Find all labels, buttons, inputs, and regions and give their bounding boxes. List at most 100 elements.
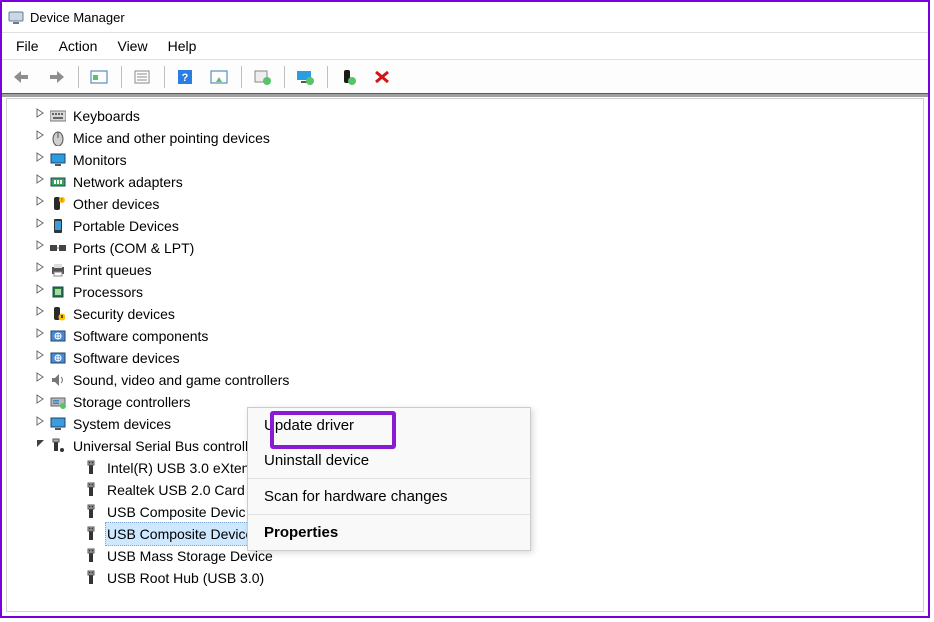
tree-node-label: Network adapters <box>71 171 185 193</box>
toolbar-separator <box>327 66 328 88</box>
usb-icon <box>83 526 101 542</box>
tree-node[interactable]: Security devices <box>15 303 923 325</box>
context-menu: Update driver Uninstall device Scan for … <box>247 407 531 551</box>
toolbar-scan-button[interactable] <box>203 63 235 91</box>
usb-icon <box>83 482 101 498</box>
tree-node-label: Keyboards <box>71 105 142 127</box>
tree-node-label: Universal Serial Bus controllers <box>71 435 270 457</box>
tree-node-label: Software devices <box>71 347 182 369</box>
toolbar-update-monitor-button[interactable] <box>289 63 321 91</box>
tree-node[interactable]: Monitors <box>15 149 923 171</box>
menu-file[interactable]: File <box>6 35 49 57</box>
portable-icon <box>49 218 67 234</box>
tree-node[interactable]: Software devices <box>15 347 923 369</box>
tree-node-label: USB Root Hub (USB 3.0) <box>105 567 266 589</box>
software-icon <box>49 328 67 344</box>
tree-node-label: Portable Devices <box>71 215 181 237</box>
tree-node[interactable]: Processors <box>15 281 923 303</box>
tree-node-label: Print queues <box>71 259 154 281</box>
tree-node[interactable]: Sound, video and game controllers <box>15 369 923 391</box>
toolbar-uninstall-button[interactable] <box>366 63 398 91</box>
expand-icon[interactable] <box>33 215 47 237</box>
tree-node-label: Security devices <box>71 303 177 325</box>
system-icon <box>49 416 67 432</box>
toolbar-show-hide-button[interactable] <box>83 63 115 91</box>
tree-node-label: Mice and other pointing devices <box>71 127 272 149</box>
tree-node-label: Realtek USB 2.0 Card <box>105 479 247 501</box>
cpu-icon <box>49 284 67 300</box>
expand-icon[interactable] <box>33 127 47 149</box>
tree-node[interactable]: Portable Devices <box>15 215 923 237</box>
expand-icon[interactable] <box>33 105 47 127</box>
usb-icon <box>83 570 101 586</box>
context-update-driver[interactable]: Update driver <box>248 408 530 443</box>
printer-icon <box>49 262 67 278</box>
monitor-icon <box>49 152 67 168</box>
expand-icon[interactable] <box>33 347 47 369</box>
mouse-icon <box>49 130 67 146</box>
toolbar-back-button[interactable] <box>6 63 38 91</box>
toolbar-separator <box>241 66 242 88</box>
menu-view[interactable]: View <box>107 35 157 57</box>
tree-node-label: Storage controllers <box>71 391 193 413</box>
menu-action[interactable]: Action <box>49 35 108 57</box>
other-icon: ! <box>49 196 67 212</box>
tree-child-node[interactable]: USB Root Hub (USB 3.0) <box>15 567 923 589</box>
window-title: Device Manager <box>30 10 125 25</box>
expand-icon[interactable] <box>33 369 47 391</box>
usb-ctrl-icon <box>49 438 67 454</box>
expand-icon[interactable] <box>33 281 47 303</box>
expand-icon[interactable] <box>33 303 47 325</box>
keyboard-icon <box>49 108 67 124</box>
expand-icon[interactable] <box>33 259 47 281</box>
port-icon <box>49 240 67 256</box>
expand-icon[interactable] <box>33 391 47 413</box>
tree-node[interactable]: Network adapters <box>15 171 923 193</box>
app-icon <box>8 9 24 25</box>
tree-node-label: Other devices <box>71 193 161 215</box>
tree-node[interactable]: Ports (COM & LPT) <box>15 237 923 259</box>
titlebar: Device Manager <box>2 2 928 33</box>
tree-node[interactable]: Mice and other pointing devices <box>15 127 923 149</box>
context-properties[interactable]: Properties <box>248 515 530 550</box>
context-scan-hardware[interactable]: Scan for hardware changes <box>248 479 530 514</box>
tree-node[interactable]: Keyboards <box>15 105 923 127</box>
toolbar-separator <box>284 66 285 88</box>
toolbar-separator <box>164 66 165 88</box>
tree-node[interactable]: ! Other devices <box>15 193 923 215</box>
tree-node-label: Ports (COM & LPT) <box>71 237 196 259</box>
tree-node-label: Monitors <box>71 149 129 171</box>
tree-node-label: USB Composite Device <box>105 522 255 546</box>
tree-node-label: Intel(R) USB 3.0 eXten <box>105 457 251 479</box>
expand-icon[interactable] <box>33 413 47 435</box>
tree-node[interactable]: Print queues <box>15 259 923 281</box>
expand-icon[interactable] <box>33 237 47 259</box>
tree-node-label: System devices <box>71 413 173 435</box>
svg-text:!: ! <box>61 198 62 204</box>
usb-icon <box>83 504 101 520</box>
toolbar: ? <box>2 60 928 97</box>
sound-icon <box>49 372 67 388</box>
toolbar-forward-button[interactable] <box>40 63 72 91</box>
expand-icon[interactable] <box>33 325 47 347</box>
tree-node[interactable]: Software components <box>15 325 923 347</box>
usb-icon <box>83 548 101 564</box>
expand-icon[interactable] <box>33 193 47 215</box>
storage-icon <box>49 394 67 410</box>
software-icon <box>49 350 67 366</box>
toolbar-help-button[interactable]: ? <box>169 63 201 91</box>
collapse-icon[interactable] <box>33 435 47 457</box>
tree-node-label: Sound, video and game controllers <box>71 369 291 391</box>
tree-node-label: USB Composite Devic <box>105 501 248 523</box>
expand-icon[interactable] <box>33 171 47 193</box>
toolbar-properties-button[interactable] <box>126 63 158 91</box>
device-manager-window: Device Manager File Action View Help ? K… <box>0 0 930 618</box>
toolbar-enable-button[interactable] <box>332 63 364 91</box>
menubar: File Action View Help <box>2 33 928 60</box>
svg-text:?: ? <box>182 72 189 84</box>
menu-help[interactable]: Help <box>158 35 207 57</box>
expand-icon[interactable] <box>33 149 47 171</box>
tree-node-label: Software components <box>71 325 210 347</box>
context-uninstall[interactable]: Uninstall device <box>248 443 530 478</box>
toolbar-update-driver-button[interactable] <box>246 63 278 91</box>
